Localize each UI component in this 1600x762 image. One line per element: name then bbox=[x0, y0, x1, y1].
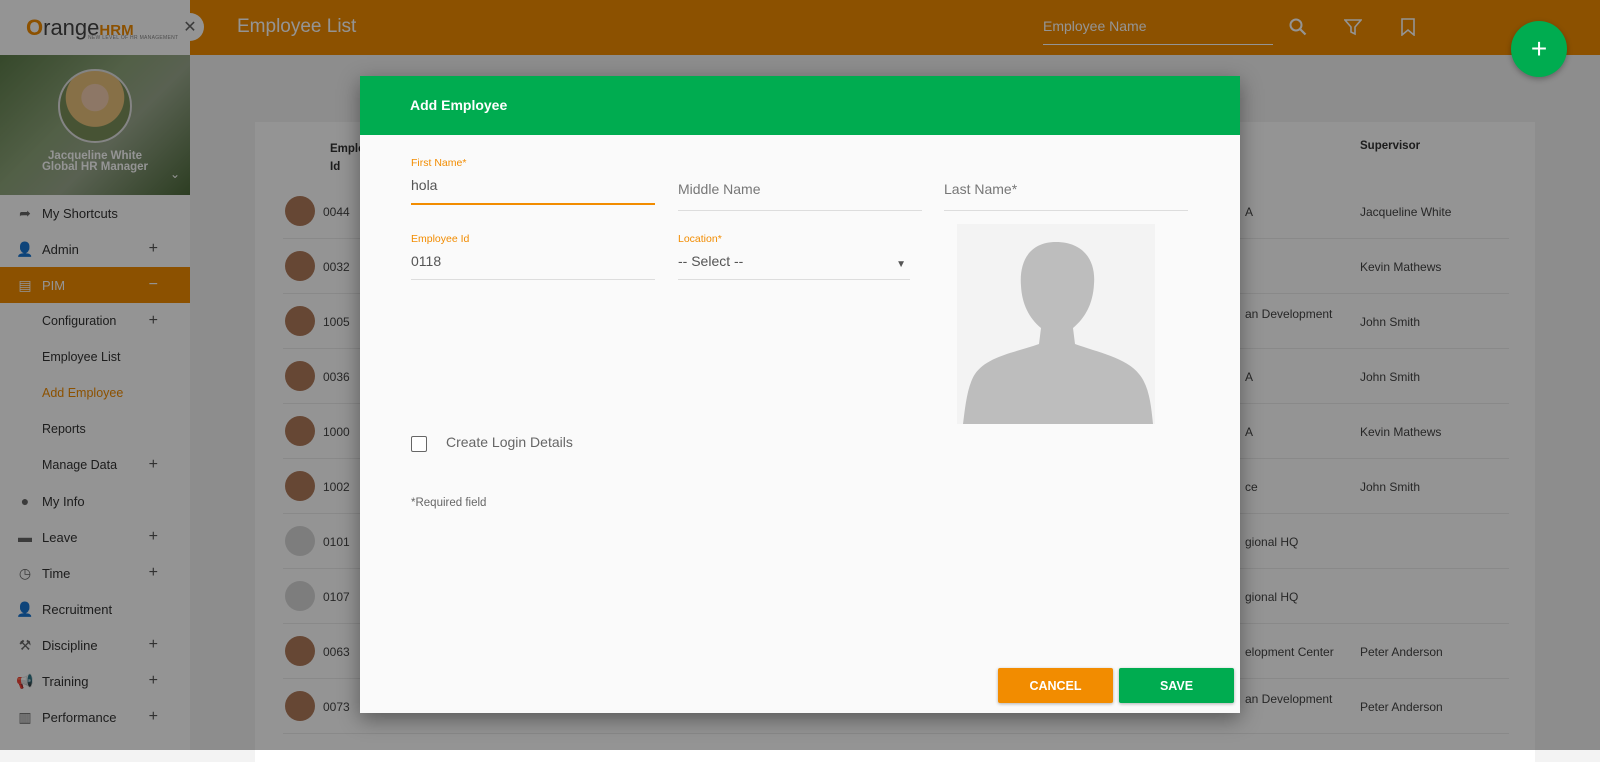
middle-name-field[interactable]: Middle Name bbox=[678, 157, 922, 211]
create-login-label[interactable]: Create Login Details bbox=[446, 434, 573, 450]
save-button[interactable]: SAVE bbox=[1119, 668, 1234, 703]
person-silhouette-icon bbox=[963, 242, 1153, 424]
middle-name-input[interactable]: Middle Name bbox=[678, 157, 922, 211]
dropdown-arrow-icon[interactable]: ▼ bbox=[896, 259, 906, 270]
create-login-checkbox[interactable] bbox=[411, 436, 427, 452]
modal-title: Add Employee bbox=[360, 76, 1240, 135]
employee-id-label: Employee Id bbox=[411, 233, 470, 245]
employee-id-field[interactable]: Employee Id 0118 bbox=[411, 233, 655, 280]
cancel-button[interactable]: CANCEL bbox=[998, 668, 1113, 703]
location-label: Location* bbox=[678, 233, 722, 245]
first-name-field[interactable]: First Name* hola bbox=[411, 157, 655, 205]
location-select[interactable]: Location* -- Select -- ▼ bbox=[678, 233, 910, 280]
last-name-field[interactable]: Last Name* bbox=[944, 157, 1188, 211]
first-name-input[interactable]: hola bbox=[411, 169, 655, 205]
add-employee-modal: Add Employee First Name* hola Middle Nam… bbox=[360, 76, 1240, 713]
add-fab-button[interactable]: + bbox=[1511, 21, 1567, 77]
profile-photo-placeholder[interactable] bbox=[957, 224, 1155, 424]
employee-id-input[interactable]: 0118 bbox=[411, 245, 655, 280]
location-selected-value[interactable]: -- Select -- bbox=[678, 245, 910, 280]
required-field-note: *Required field bbox=[411, 497, 487, 509]
first-name-label: First Name* bbox=[411, 157, 467, 169]
last-name-input[interactable]: Last Name* bbox=[944, 157, 1188, 211]
